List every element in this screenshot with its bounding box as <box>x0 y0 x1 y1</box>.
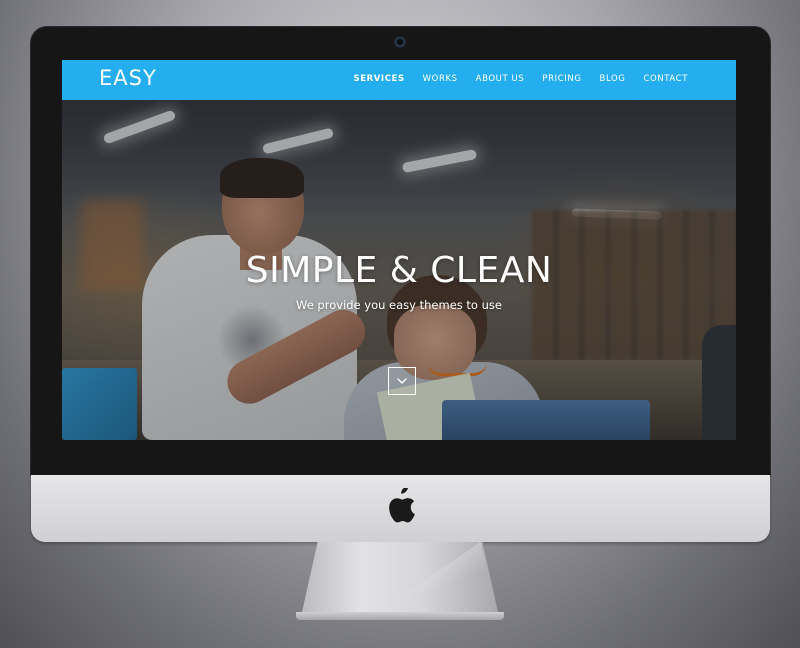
monitor-chin <box>31 475 770 542</box>
nav-item-pricing[interactable]: PRICING <box>542 74 581 84</box>
nav-item-about-us[interactable]: ABOUT US <box>476 74 525 84</box>
scroll-down-button[interactable] <box>388 367 416 395</box>
apple-logo-icon <box>388 488 415 523</box>
chevron-down-icon <box>397 378 407 384</box>
hero-title: SIMPLE & CLEAN <box>245 250 553 291</box>
nav-item-blog[interactable]: BLOG <box>600 74 626 84</box>
nav-item-services[interactable]: SERVICES <box>353 74 404 84</box>
screen: EASY SERVICES WORKS ABOUT US PRICING BLO… <box>62 60 736 440</box>
brand-logo[interactable]: EASY <box>99 66 157 90</box>
nav-item-contact[interactable]: CONTACT <box>643 74 688 84</box>
monitor-stand-base <box>296 612 504 620</box>
navbar: EASY SERVICES WORKS ABOUT US PRICING BLO… <box>62 60 736 100</box>
camera-icon <box>396 38 404 46</box>
nav-item-works[interactable]: WORKS <box>423 74 458 84</box>
hero-subtitle: We provide you easy themes to use <box>296 298 502 312</box>
nav-menu: SERVICES WORKS ABOUT US PRICING BLOG CON… <box>353 74 688 84</box>
